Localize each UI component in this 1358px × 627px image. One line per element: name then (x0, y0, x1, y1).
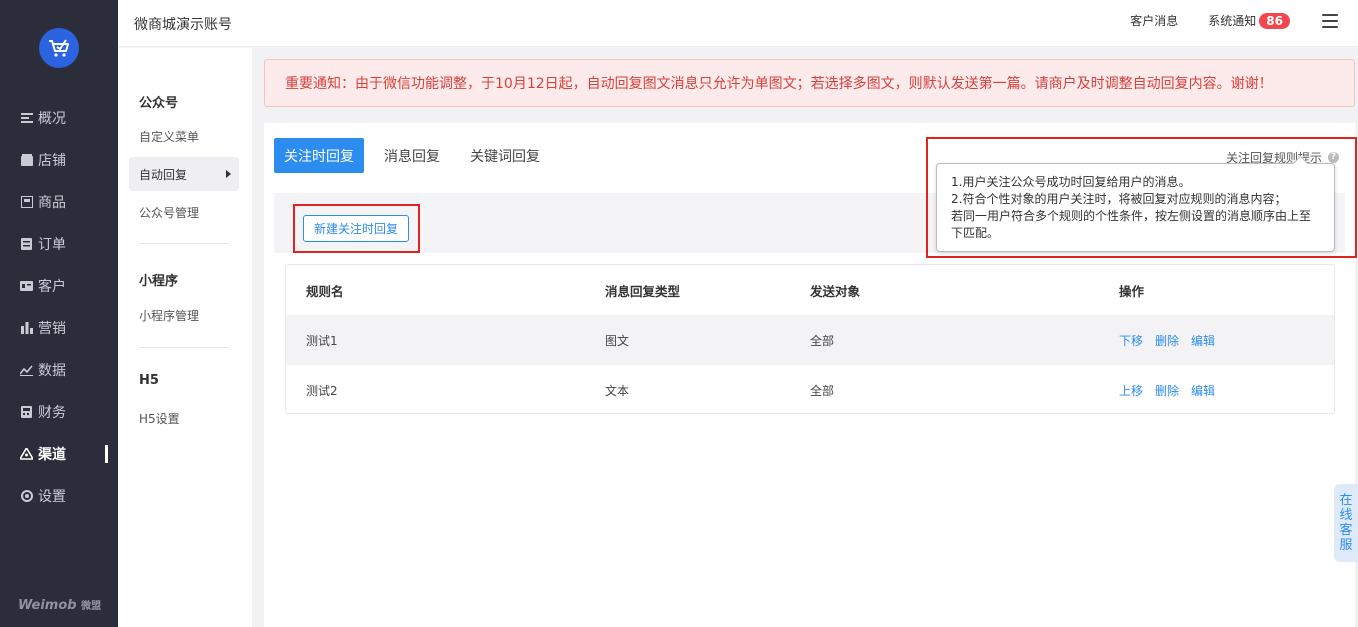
system-notice-label: 系统通知 (1208, 14, 1257, 28)
goods-icon (20, 196, 33, 209)
notice-count-badge: 86 (1259, 12, 1290, 29)
cell-reply-type: 图文 (605, 333, 630, 348)
move-up-link[interactable]: 上移 (1119, 382, 1143, 399)
online-service-tab[interactable]: 在线客服 (1334, 484, 1358, 562)
nav-label: 设置 (38, 489, 66, 505)
system-notice-link[interactable]: 系统通知 86 (1208, 12, 1290, 29)
nav-label: 数据 (38, 363, 66, 379)
table-row: 测试1 图文 全部 下移 删除 编辑 (286, 315, 1334, 365)
cell-rule-name: 测试2 (306, 383, 338, 398)
nav-item-customer[interactable]: 客户 (0, 265, 118, 307)
nav-item-channel[interactable]: 渠道 (0, 433, 118, 475)
reply-tabs: 关注时回复 消息回复 关键词回复 (274, 138, 560, 173)
tooltip-line: 若同一用户符合多个规则的个性条件，按左侧设置的消息顺序由上至下匹配。 (951, 209, 1312, 240)
finance-icon (20, 406, 33, 419)
col-header-rule-name: 规则名 (306, 283, 344, 299)
cell-reply-type: 文本 (605, 383, 630, 398)
col-header-actions: 操作 (1119, 283, 1145, 299)
marketing-icon (20, 322, 33, 335)
settings-icon (20, 490, 33, 503)
edit-link[interactable]: 编辑 (1191, 382, 1215, 399)
cell-target: 全部 (810, 383, 835, 398)
subnav-item-auto-reply[interactable]: 自动回复 (129, 157, 239, 191)
tooltip-line: 2.符合个性对象的用户关注时，将被回复对应规则的消息内容； (951, 192, 1287, 206)
subnav-group-official-account: 公众号 (139, 96, 179, 111)
reply-rules-table: 规则名 消息回复类型 发送对象 操作 测试1 图文 全部 下移 删除 编辑 测试… (285, 264, 1335, 414)
subnav-item-h5-settings[interactable]: H5设置 (129, 401, 239, 435)
rule-hint-tooltip: 1.用户关注公众号成功时回复给用户的消息。 2.符合个性对象的用户关注时，将被回… (936, 163, 1335, 252)
nav-item-finance[interactable]: 财务 (0, 391, 118, 433)
main-sidebar: 概况 店铺 商品 订单 客户 营销 数据 财务 渠道 设置 Weimob 微盟 (0, 0, 118, 627)
table-row: 测试2 文本 全部 上移 删除 编辑 (286, 365, 1334, 415)
main-nav: 概况 店铺 商品 订单 客户 营销 数据 财务 渠道 设置 (0, 97, 118, 517)
nav-label: 订单 (38, 237, 66, 253)
shop-logo-icon[interactable] (39, 28, 79, 68)
store-icon (20, 154, 33, 167)
cell-actions: 下移 删除 编辑 (1119, 332, 1227, 349)
nav-label: 渠道 (38, 447, 66, 463)
move-down-link[interactable]: 下移 (1119, 332, 1143, 349)
cell-actions: 上移 删除 编辑 (1119, 382, 1227, 399)
nav-label: 概况 (38, 111, 66, 127)
nav-label: 客户 (38, 279, 66, 295)
order-icon (20, 238, 33, 251)
nav-item-data[interactable]: 数据 (0, 349, 118, 391)
overview-icon (20, 112, 33, 125)
header-actions: 客户消息 系统通知 86 (1130, 12, 1338, 29)
store-name: 微商城演示账号 (134, 17, 232, 33)
nav-item-goods[interactable]: 商品 (0, 181, 118, 223)
delete-link[interactable]: 删除 (1155, 382, 1179, 399)
delete-link[interactable]: 删除 (1155, 332, 1179, 349)
subnav-divider (139, 347, 229, 348)
nav-item-store[interactable]: 店铺 (0, 139, 118, 181)
subnav-divider (139, 243, 229, 244)
channel-icon (20, 448, 33, 461)
edit-link[interactable]: 编辑 (1191, 332, 1215, 349)
top-header: 微商城演示账号 客户消息 系统通知 86 (118, 0, 1358, 47)
customer-icon (20, 280, 33, 293)
nav-item-order[interactable]: 订单 (0, 223, 118, 265)
subnav-group-h5: H5 (139, 373, 159, 388)
brand-logo: Weimob 微盟 (18, 598, 102, 613)
nav-item-settings[interactable]: 设置 (0, 475, 118, 517)
subnav-group-mini-program: 小程序 (139, 274, 179, 289)
nav-label: 财务 (38, 405, 66, 421)
cell-target: 全部 (810, 333, 835, 348)
hamburger-menu-icon[interactable] (1322, 13, 1338, 28)
col-header-reply-type: 消息回复类型 (605, 283, 681, 299)
customer-message-link[interactable]: 客户消息 (1130, 12, 1178, 29)
table-header-row: 规则名 消息回复类型 发送对象 操作 (286, 265, 1334, 315)
subnav-item-account-manage[interactable]: 公众号管理 (129, 195, 239, 229)
tab-message-reply[interactable]: 消息回复 (374, 138, 450, 173)
important-notice-banner: 重要通知：由于微信功能调整，于10月12日起，自动回复图文消息只允许为单图文；若… (264, 59, 1355, 107)
tab-follow-reply[interactable]: 关注时回复 (274, 138, 364, 173)
tooltip-line: 1.用户关注公众号成功时回复给用户的消息。 (951, 175, 1191, 189)
subnav-item-mini-program-manage[interactable]: 小程序管理 (129, 298, 239, 332)
nav-label: 商品 (38, 195, 66, 211)
nav-label: 营销 (38, 321, 66, 337)
col-header-target: 发送对象 (810, 283, 861, 299)
tab-keyword-reply[interactable]: 关键词回复 (460, 138, 550, 173)
nav-item-overview[interactable]: 概况 (0, 97, 118, 139)
new-follow-reply-button[interactable]: 新建关注时回复 (303, 215, 409, 242)
cell-rule-name: 测试1 (306, 333, 338, 348)
nav-item-marketing[interactable]: 营销 (0, 307, 118, 349)
nav-label: 店铺 (38, 153, 66, 169)
new-button-highlight-box: 新建关注时回复 (293, 204, 420, 253)
secondary-nav: 公众号 自定义菜单 自动回复 公众号管理 小程序 小程序管理 H5 H5设置 (118, 48, 252, 627)
data-icon (20, 364, 33, 377)
notice-text: 重要通知：由于微信功能调整，于10月12日起，自动回复图文消息只允许为单图文；若… (285, 76, 1273, 92)
subnav-item-custom-menu[interactable]: 自定义菜单 (129, 119, 239, 153)
